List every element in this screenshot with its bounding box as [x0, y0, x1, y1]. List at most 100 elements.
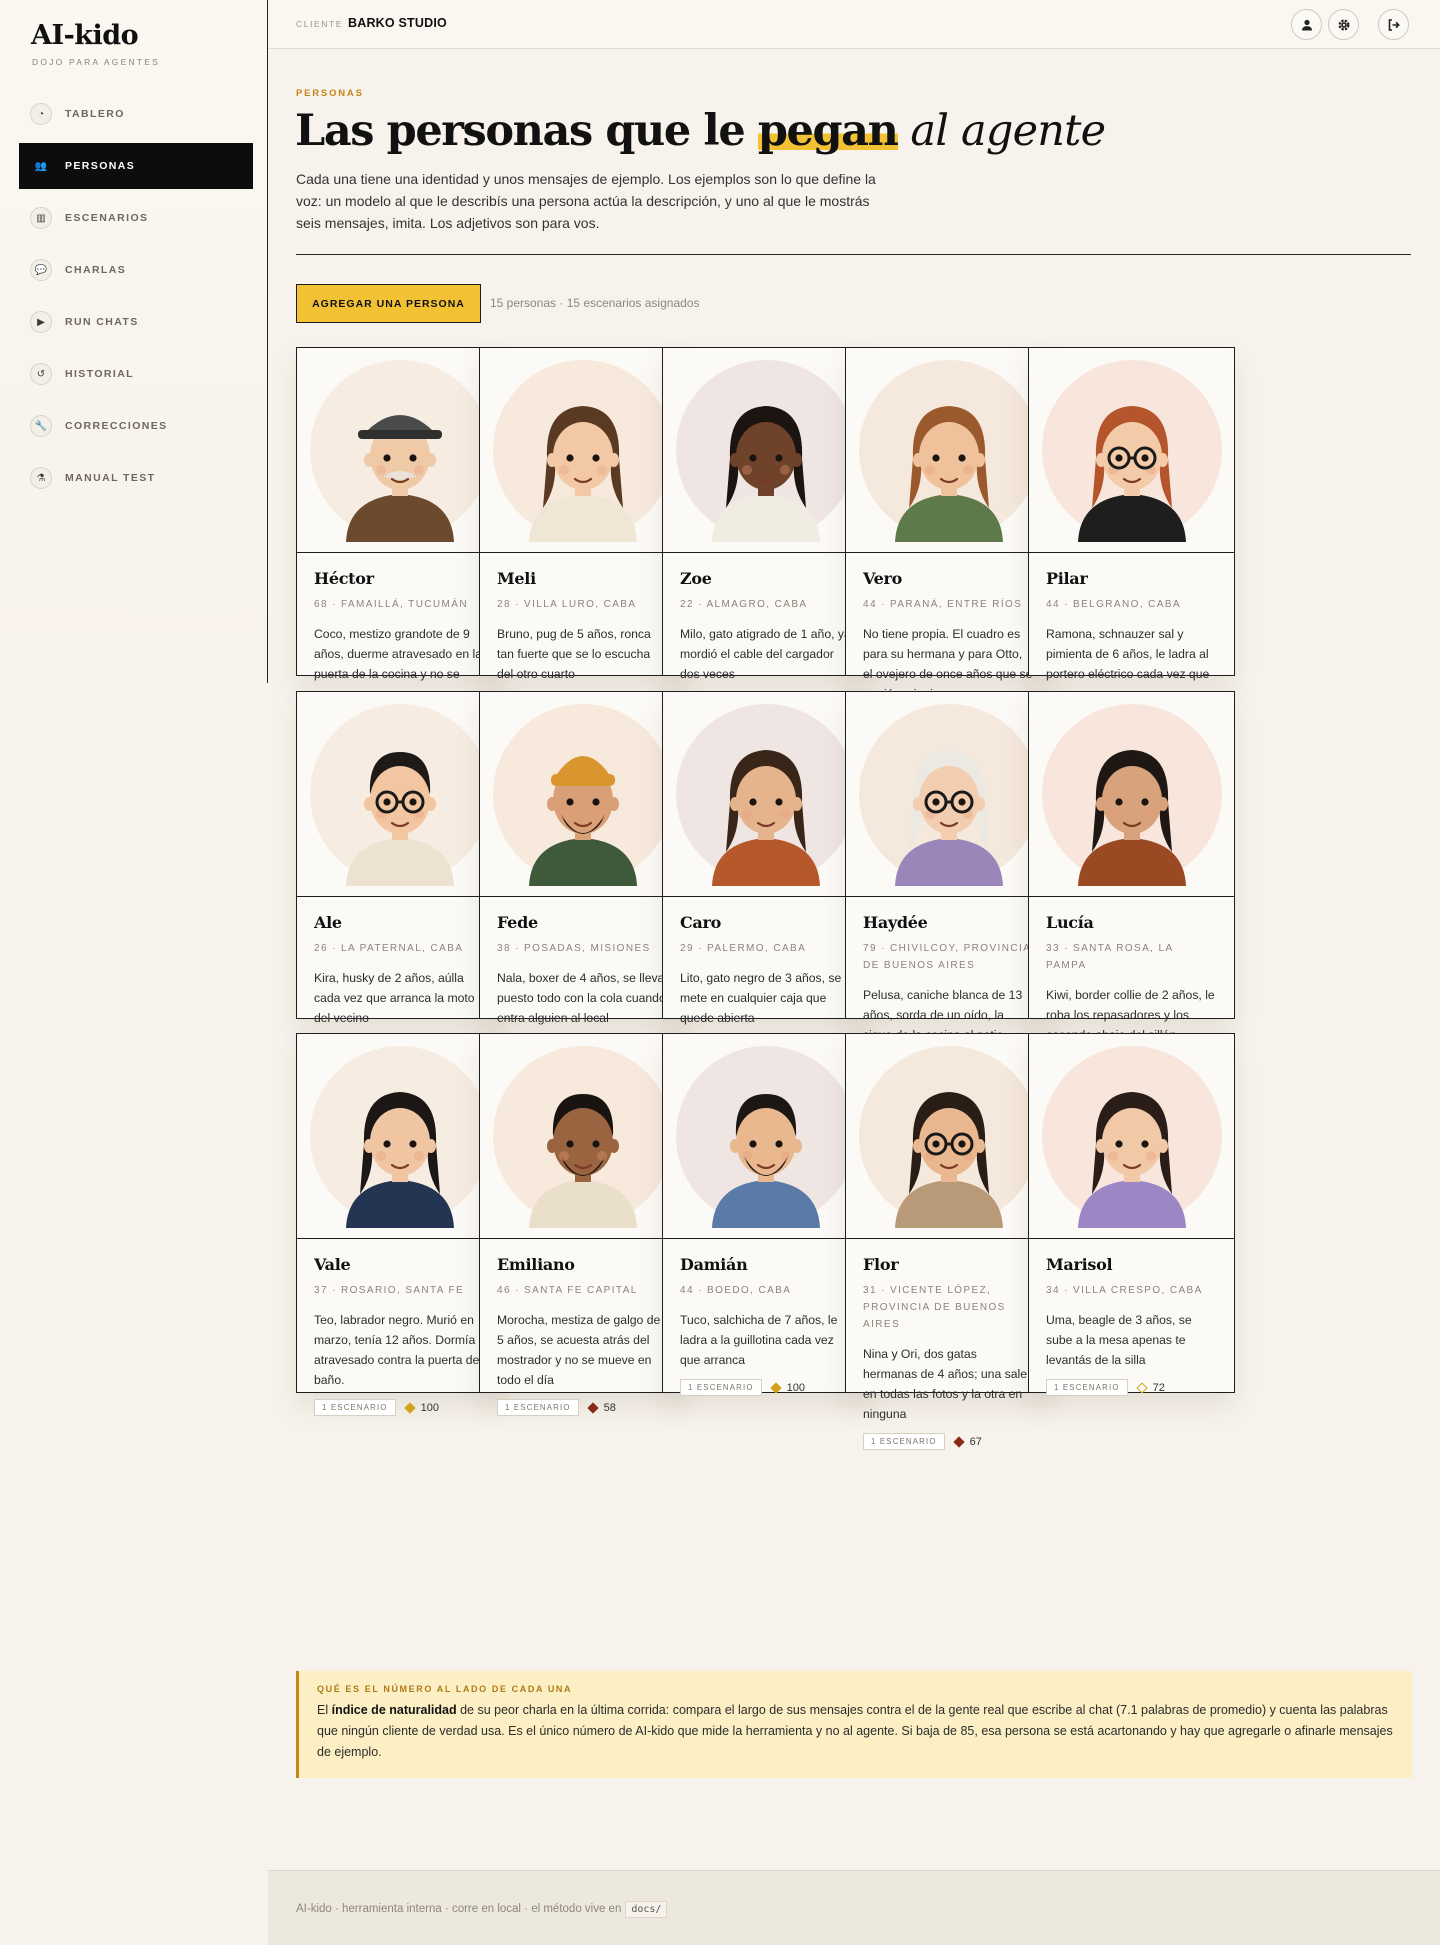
naturalness-diamond-icon — [952, 1435, 965, 1448]
persona-description: Tuco, salchicha de 7 años, le ladra a la… — [680, 1313, 838, 1367]
sidebar-item-escenarios[interactable]: ▥ ESCENARIOS — [19, 195, 253, 241]
persona-card[interactable]: Lucía 33 · SANTA ROSA, LA PAMPA Kiwi, bo… — [1028, 691, 1235, 1071]
persona-name: Vale — [314, 1255, 351, 1274]
persona-card[interactable]: Meli 28 · VILLA LURO, CABA Bruno, pug de… — [479, 347, 686, 710]
info-text: El índice de naturalidad de su peor char… — [317, 1700, 1394, 1763]
avatar-illustration — [309, 360, 490, 542]
footer-code: docs/ — [625, 1901, 668, 1918]
persona-location: 31 · VICENTE LÓPEZ, PROVINCIA DE BUENOS … — [863, 1285, 1006, 1330]
avatar — [297, 692, 502, 897]
persona-card[interactable]: Ale 26 · LA PATERNAL, CABA Kira, husky d… — [296, 691, 503, 1054]
info-pre: El — [317, 1703, 332, 1717]
persona-summary: 15 personas · 15 escenarios asignados — [490, 296, 700, 310]
persona-name: Emiliano — [497, 1255, 575, 1274]
persona-card[interactable]: Haydée 79 · CHIVILCOY, PROVINCIA DE BUEN… — [845, 691, 1052, 1071]
sidebar-item-label: HISTORIAL — [65, 368, 134, 380]
persona-location: 37 · ROSARIO, SANTA FE — [314, 1285, 465, 1296]
avatar-illustration — [309, 1046, 490, 1228]
naturalness-diamond-icon — [769, 1381, 782, 1394]
scenario-chip[interactable]: 1 ESCENARIO — [1046, 1379, 1128, 1396]
avatar-illustration — [1041, 360, 1222, 542]
sidebar-item-charlas[interactable]: 💬 CHARLAS — [19, 247, 253, 293]
persona-card[interactable]: Héctor 68 · FAMAILLÁ, TUCUMÁN Coco, mest… — [296, 347, 503, 730]
info-callout: QUÉ ES EL NÚMERO AL LADO DE CADA UNA El … — [296, 1671, 1412, 1778]
avatar — [297, 348, 502, 553]
gear-icon — [1338, 19, 1349, 30]
avatar-illustration — [858, 704, 1039, 886]
sidebar-item-personas[interactable]: 👥 PERSONAS — [19, 143, 253, 189]
persona-location: 29 · PALERMO, CABA — [680, 943, 807, 954]
persona-description: Uma, beagle de 3 años, se sube a la mesa… — [1046, 1313, 1192, 1367]
persona-name: Marisol — [1046, 1255, 1113, 1274]
scenario-chip[interactable]: 1 ESCENARIO — [314, 1399, 396, 1416]
sidebar-item-label: CORRECCIONES — [65, 420, 168, 432]
persona-name: Caro — [680, 913, 722, 932]
sidebar-item-manual-test[interactable]: ⚗ MANUAL TEST — [19, 455, 253, 501]
sidebar-item-label: MANUAL TEST — [65, 472, 156, 484]
persona-location: 44 · BOEDO, CABA — [680, 1285, 792, 1296]
avatar — [1029, 1034, 1234, 1239]
scenario-chip[interactable]: 1 ESCENARIO — [497, 1399, 579, 1416]
persona-name: Flor — [863, 1255, 899, 1274]
persona-description: Milo, gato atigrado de 1 año, ya mordió … — [680, 627, 851, 681]
persona-location: 34 · VILLA CRESPO, CABA — [1046, 1285, 1203, 1296]
persona-location: 79 · CHIVILCOY, PROVINCIA DE BUENOS AIRE… — [863, 943, 1031, 971]
sidebar: AI-kido DOJO PARA AGENTES ◔ TABLERO 👥 PERSO… — [0, 0, 268, 683]
avatar — [297, 1034, 502, 1239]
sidebar-item-correcciones[interactable]: 🔧 CORRECCIONES — [19, 403, 253, 449]
persona-card[interactable]: Pilar 44 · BELGRANO, CABA Ramona, schnau… — [1028, 347, 1235, 730]
avatar — [663, 1034, 868, 1239]
app-tagline: DOJO PARA AGENTES — [32, 57, 160, 67]
wrench-icon: 🔧 — [30, 415, 52, 437]
logout-button[interactable] — [1378, 9, 1409, 40]
naturalness-diamond-icon — [403, 1401, 416, 1414]
user-button[interactable] — [1291, 9, 1322, 40]
persona-location: 44 · BELGRANO, CABA — [1046, 599, 1181, 610]
persona-card[interactable]: Flor 31 · VICENTE LÓPEZ, PROVINCIA DE BU… — [845, 1033, 1052, 1450]
sidebar-item-historial[interactable]: ↺ HISTORIAL — [19, 351, 253, 397]
app-logo[interactable]: AI-kido — [31, 20, 139, 51]
avatar — [1029, 348, 1234, 553]
sidebar-item-label: TABLERO — [65, 108, 125, 120]
persona-location: 68 · FAMAILLÁ, TUCUMÁN — [314, 599, 468, 610]
naturalness-diamond-icon — [586, 1401, 599, 1414]
avatar-illustration — [492, 360, 673, 542]
history-icon: ↺ — [30, 363, 52, 385]
persona-card[interactable]: Emiliano 46 · SANTA FE CAPITAL Morocha, … — [479, 1033, 686, 1416]
persona-name: Vero — [863, 569, 903, 588]
sidebar-item-run-chats[interactable]: ▶ RUN CHATS — [19, 299, 253, 345]
avatar-illustration — [858, 1046, 1039, 1228]
scenario-chip[interactable]: 1 ESCENARIO — [680, 1379, 762, 1396]
persona-card[interactable]: Caro 29 · PALERMO, CABA Lito, gato negro… — [662, 691, 869, 1054]
persona-description: Kira, husky de 2 años, aúlla cada vez qu… — [314, 971, 475, 1025]
persona-name: Lucía — [1046, 913, 1094, 932]
persona-name: Zoe — [680, 569, 712, 588]
avatar-illustration — [675, 704, 856, 886]
settings-button[interactable] — [1328, 9, 1359, 40]
avatar — [663, 348, 868, 553]
persona-description: Teo, labrador negro. Murió en marzo, ten… — [314, 1313, 483, 1387]
avatar-illustration — [858, 360, 1039, 542]
persona-name: Haydée — [863, 913, 928, 932]
avatar — [1029, 692, 1234, 897]
persona-card[interactable]: Zoe 22 · ALMAGRO, CABA Milo, gato atigra… — [662, 347, 869, 710]
scenario-chip[interactable]: 1 ESCENARIO — [863, 1433, 945, 1450]
info-kicker: QUÉ ES EL NÚMERO AL LADO DE CADA UNA — [317, 1684, 573, 1694]
client-name[interactable]: BARKO STUDIO — [348, 16, 447, 30]
persona-card[interactable]: Fede 38 · POSADAS, MISIONES Nala, boxer … — [479, 691, 686, 1054]
persona-location: 26 · LA PATERNAL, CABA — [314, 943, 464, 954]
persona-location: 28 · VILLA LURO, CABA — [497, 599, 637, 610]
logout-icon — [1388, 18, 1400, 31]
persona-card[interactable]: Damián 44 · BOEDO, CABA Tuco, salchicha … — [662, 1033, 869, 1396]
add-persona-button[interactable]: AGREGAR UNA PERSONA — [296, 284, 481, 323]
persona-description: Lito, gato negro de 3 años, se mete en c… — [680, 971, 842, 1025]
sidebar-item-label: CHARLAS — [65, 264, 127, 276]
persona-card[interactable]: Vero 44 · PARANÁ, ENTRE RÍOS No tiene pr… — [845, 347, 1052, 730]
chat-icon: 💬 — [30, 259, 52, 281]
sidebar-item-tablero[interactable]: ◔ TABLERO — [19, 91, 253, 137]
persona-location: 44 · PARANÁ, ENTRE RÍOS — [863, 599, 1023, 610]
persona-card[interactable]: Vale 37 · ROSARIO, SANTA FE Teo, labrado… — [296, 1033, 503, 1416]
persona-card[interactable]: Marisol 34 · VILLA CRESPO, CABA Uma, bea… — [1028, 1033, 1235, 1396]
naturalness-diamond-icon — [1135, 1381, 1148, 1394]
persona-name: Fede — [497, 913, 538, 932]
